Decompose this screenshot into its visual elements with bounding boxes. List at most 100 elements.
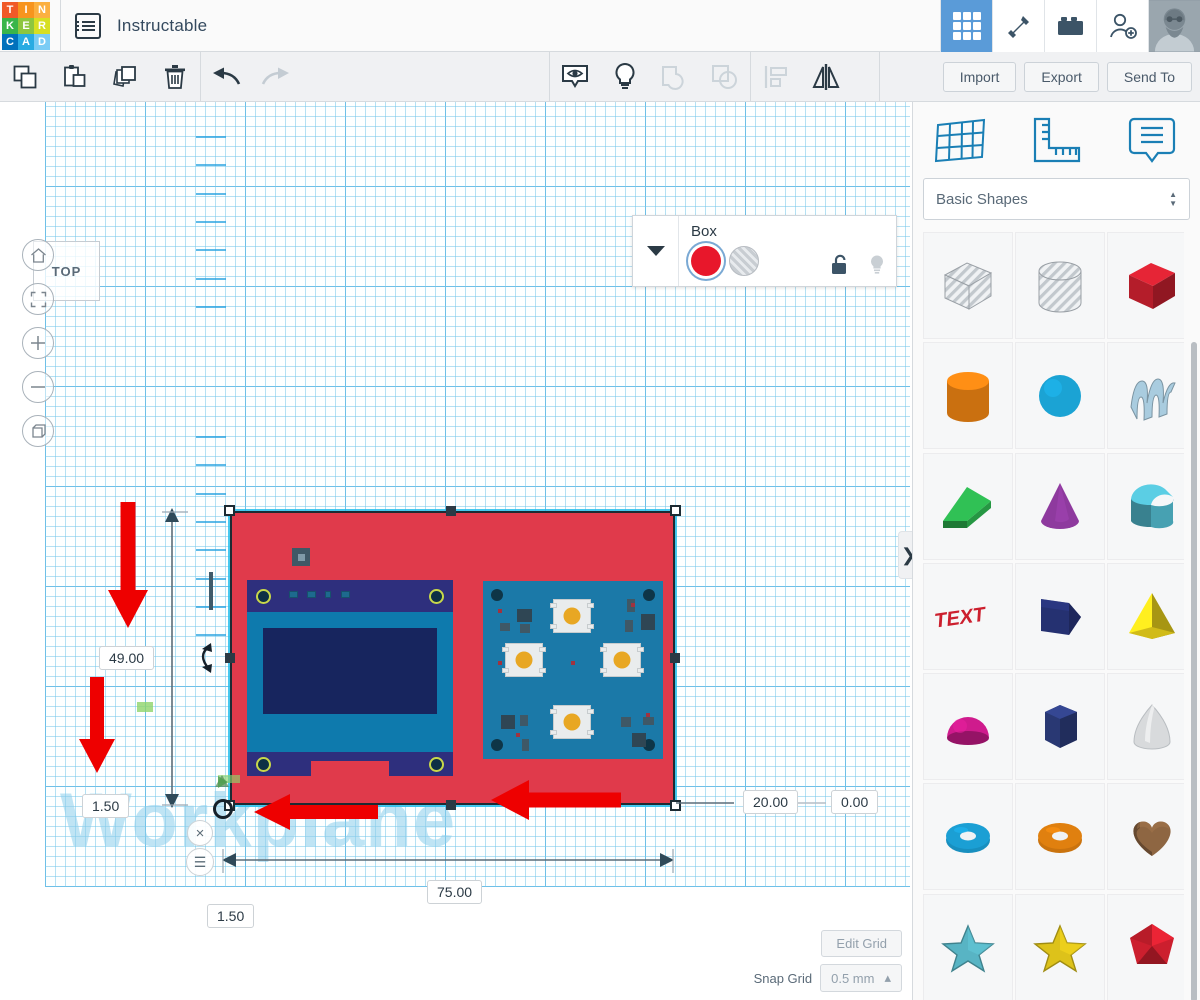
half-sphere-shape-thumbnail [947, 716, 989, 745]
logo-tile-t: T [2, 1, 18, 18]
y-position-label[interactable]: 0.00 [831, 790, 879, 814]
oled-screen [263, 628, 437, 714]
document-title[interactable]: Instructable [117, 16, 207, 36]
solid-color-swatch[interactable] [691, 246, 721, 276]
ungroup-button[interactable] [700, 52, 750, 102]
zoom-out-button[interactable] [22, 371, 54, 403]
cylinder-hole-shape[interactable] [1015, 232, 1105, 339]
torus-shape[interactable] [923, 783, 1013, 891]
text-shape[interactable]: TEXT [923, 562, 1013, 670]
paraboloid-shape[interactable] [1107, 673, 1184, 781]
selected-box-object[interactable] [224, 505, 681, 811]
box-hole-shape[interactable] [923, 232, 1013, 339]
account-avatar[interactable] [1148, 0, 1200, 52]
send-to-button[interactable]: Send To [1106, 61, 1192, 92]
brick-icon [1057, 16, 1083, 35]
export-button[interactable]: Export [1024, 61, 1099, 92]
blocks-button[interactable] [1044, 0, 1096, 52]
tube-shape[interactable] [1015, 783, 1105, 891]
snap-grid-select[interactable]: 0.5 mm ▴ [820, 964, 902, 992]
design-canvas[interactable]: Workplane TOP Box × ☰ 49.00 1.50 75.00 1… [0, 102, 912, 1000]
resize-handle-left[interactable] [225, 653, 235, 663]
copy-button[interactable] [0, 52, 50, 102]
redo-button[interactable] [251, 52, 301, 102]
fit-to-view-button[interactable] [22, 283, 54, 315]
width-dimension-line[interactable] [218, 847, 678, 875]
paste-button[interactable] [50, 52, 100, 102]
ruler-options-button[interactable]: ☰ [186, 848, 214, 876]
mirror-button[interactable] [801, 52, 851, 102]
zoom-in-button[interactable] [22, 327, 54, 359]
resize-handle-tl[interactable] [224, 505, 235, 516]
group-button[interactable] [650, 52, 700, 102]
close-ruler-button[interactable]: × [187, 820, 213, 846]
tinkercad-tools-button[interactable] [992, 0, 1044, 52]
eye-note-icon [562, 64, 588, 88]
project-menu-icon[interactable] [75, 12, 101, 39]
width-offset-label[interactable]: 1.50 [207, 904, 255, 928]
polygon-prism-shape[interactable] [1015, 562, 1105, 670]
half-sphere-shape[interactable] [923, 673, 1013, 781]
shape-panel-collapse-button[interactable] [633, 216, 679, 286]
resize-handle-top[interactable] [446, 506, 456, 516]
snap-grid-row: Snap Grid 0.5 mm ▴ [602, 964, 902, 992]
shapes-grid: TEXT [923, 232, 1184, 1000]
invite-people-button[interactable] [1096, 0, 1148, 52]
shapes-scroll-thumb[interactable] [1191, 342, 1197, 1000]
shape-library-select[interactable]: Basic Shapes ▲ ▼ [923, 178, 1190, 220]
cylinder-shape[interactable] [923, 342, 1013, 450]
resize-handle-right[interactable] [670, 653, 680, 663]
workplane-tool-button[interactable] [913, 117, 1009, 163]
align-button[interactable] [751, 52, 801, 102]
shapes-scrollbar[interactable] [1191, 342, 1197, 1000]
height-drag-bar[interactable] [209, 572, 213, 610]
notes-button[interactable] [550, 52, 600, 102]
width-dimension-label[interactable]: 75.00 [427, 880, 483, 904]
edit-toolbar: Import Export Send To [0, 51, 1200, 102]
hole-swatch[interactable] [729, 246, 759, 276]
resize-handle-bottom[interactable] [446, 800, 456, 810]
box-shape[interactable] [1107, 232, 1184, 339]
import-button[interactable]: Import [942, 61, 1017, 92]
workplane-origin-handle[interactable] [213, 799, 233, 819]
svg-text:TEXT: TEXT [934, 604, 987, 633]
resize-handle-tr[interactable] [670, 505, 681, 516]
edit-grid-button[interactable]: Edit Grid [821, 930, 902, 957]
grid-view-button[interactable] [940, 0, 992, 52]
home-view-button[interactable] [22, 239, 54, 271]
star-teal-shape[interactable] [923, 893, 1013, 1000]
lightbulb-icon[interactable] [868, 254, 886, 276]
polyhedron-shape[interactable] [1107, 893, 1184, 1000]
unlock-padlock-icon[interactable] [830, 254, 850, 276]
perspective-toggle-button[interactable] [22, 415, 54, 447]
logo-tile-r: R [34, 17, 50, 34]
heart-shape[interactable] [1107, 783, 1184, 891]
undo-button[interactable] [201, 52, 251, 102]
scribble-shape[interactable] [1107, 342, 1184, 450]
snap-grid-label: Snap Grid [753, 970, 813, 986]
delete-button[interactable] [150, 52, 200, 102]
light-button[interactable] [600, 52, 650, 102]
snap-grid-value: 0.5 mm [831, 970, 875, 986]
sphere-shape[interactable] [1015, 342, 1105, 450]
paste-icon [64, 64, 86, 87]
height-dimension-label[interactable]: 49.00 [99, 646, 155, 670]
hexagon-prism-shape[interactable] [1015, 673, 1105, 781]
x-position-label[interactable]: 20.00 [743, 790, 799, 814]
ruler-tool-button[interactable] [1009, 116, 1105, 164]
tinkercad-logo[interactable]: TINKERCAD [2, 1, 50, 50]
clipboard-tools [0, 52, 200, 102]
logo-divider [60, 0, 61, 52]
pyramid-shape[interactable] [1107, 562, 1184, 670]
height-dimension-line[interactable] [160, 506, 188, 811]
note-tool-button[interactable] [1104, 115, 1200, 165]
roof-shape[interactable] [1107, 452, 1184, 560]
height-offset-label[interactable]: 1.50 [82, 794, 130, 818]
wedge-shape[interactable] [923, 452, 1013, 560]
star-yellow-shape[interactable] [1015, 893, 1105, 1000]
rotate-handle[interactable] [192, 642, 218, 674]
cone-shape[interactable] [1015, 452, 1105, 560]
add-user-icon [1109, 13, 1137, 39]
shape-properties-panel[interactable]: Box [632, 215, 897, 287]
duplicate-button[interactable] [100, 52, 150, 102]
